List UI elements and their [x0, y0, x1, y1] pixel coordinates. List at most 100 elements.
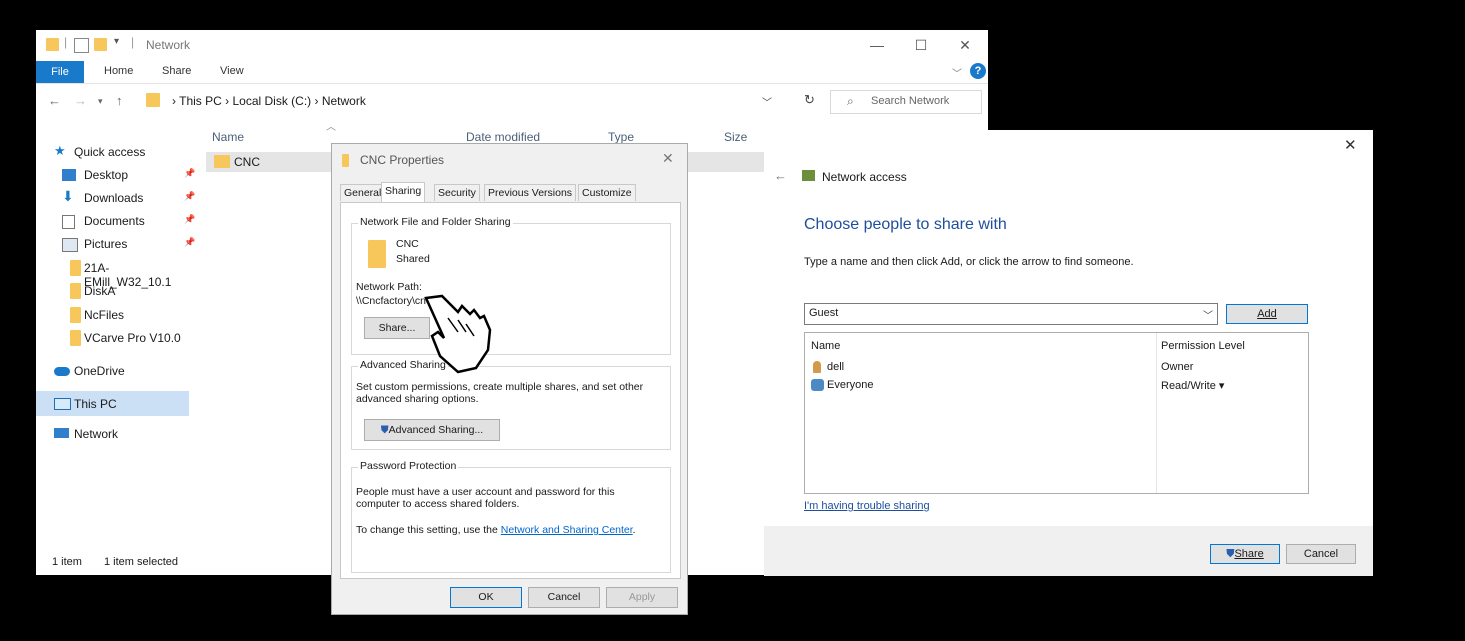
sidebar-item-network[interactable]: Network	[44, 423, 189, 445]
window-title: Network	[146, 38, 191, 52]
expand-ribbon-icon[interactable]: ﹀	[952, 65, 962, 80]
sidebar-label: Downloads	[84, 191, 144, 205]
cancel-button[interactable]: Cancel	[528, 587, 600, 608]
user-name: Everyone	[827, 379, 874, 391]
ok-button[interactable]: OK	[450, 587, 522, 608]
user-combobox[interactable]: Guest ﹀	[804, 303, 1218, 325]
sidebar-item-diska[interactable]: DiskA	[44, 280, 189, 302]
folder-icon	[70, 307, 81, 323]
network-icon	[54, 428, 69, 438]
trouble-sharing-link[interactable]: I'm having trouble sharing	[804, 500, 930, 512]
chevron-down-icon[interactable]: ﹀	[1203, 307, 1213, 322]
tab-general[interactable]: General	[340, 184, 386, 201]
sidebar-label: VCarve Pro V10.0	[84, 331, 181, 345]
column-header-size[interactable]: Size	[724, 130, 747, 144]
pin-icon[interactable]: 📌	[184, 191, 195, 202]
advanced-sharing-button[interactable]: ⛊Advanced Sharing...	[364, 419, 500, 441]
search-box[interactable]: ⌕ Search Network	[830, 90, 982, 114]
pin-icon[interactable]: 📌	[184, 214, 195, 225]
column-divider	[1156, 333, 1157, 493]
help-icon[interactable]: ?	[970, 63, 986, 79]
status-selected-count: 1 item selected	[104, 556, 178, 568]
forward-icon[interactable]: →	[74, 93, 87, 108]
new-folder-icon[interactable]	[94, 38, 107, 51]
user-input-value: Guest	[809, 307, 839, 319]
user-row-everyone[interactable]: Everyone Read/Write ▾	[805, 377, 1308, 395]
back-icon[interactable]: ←	[774, 168, 787, 183]
network-sharing-center-link[interactable]: Network and Sharing Center	[501, 524, 633, 536]
column-header-name[interactable]: Name	[212, 130, 244, 144]
file-name: CNC	[234, 155, 260, 169]
breadcrumb-network[interactable]: Network	[322, 94, 366, 108]
tab-share[interactable]: Share	[162, 65, 191, 77]
tab-customize[interactable]: Customize	[578, 184, 636, 201]
network-sharing-group: Network File and Folder Sharing CNC Shar…	[351, 216, 671, 355]
sidebar-item-documents[interactable]: Documents 📌	[44, 210, 195, 232]
close-button[interactable]: ✕	[1344, 136, 1357, 154]
sidebar-item-onedrive[interactable]: OneDrive	[44, 360, 189, 382]
text: To change this setting, use the	[356, 524, 501, 536]
tab-sharing[interactable]: Sharing	[381, 182, 426, 202]
sidebar-item-vcarve[interactable]: VCarve Pro V10.0	[44, 327, 189, 349]
tab-view[interactable]: View	[220, 65, 244, 77]
breadcrumb-this-pc[interactable]: This PC	[179, 94, 222, 108]
sidebar-item-21a-emill[interactable]: 21A-EMill_W32_10.1	[44, 257, 189, 289]
sidebar-label: OneDrive	[74, 364, 125, 378]
minimize-button[interactable]: —	[862, 34, 892, 56]
sidebar-item-this-pc[interactable]: This PC	[36, 391, 189, 416]
dialog-title: Network access	[822, 170, 907, 184]
sidebar-label: Desktop	[84, 168, 129, 182]
dialog-footer: ⛊Share Cancel	[764, 526, 1373, 576]
column-header-type[interactable]: Type	[608, 130, 634, 144]
cloud-icon	[54, 367, 70, 376]
user-name: dell	[827, 361, 845, 373]
separator: |	[131, 35, 135, 49]
up-icon[interactable]: ↑	[116, 93, 123, 108]
tab-previous-versions[interactable]: Previous Versions	[484, 184, 577, 201]
title-bar: | ▾ | Network — ☐ ✕	[36, 30, 988, 60]
sidebar-item-pictures[interactable]: Pictures 📌	[44, 233, 195, 255]
maximize-button[interactable]: ☐	[906, 34, 936, 56]
recent-locations-icon[interactable]: ▾	[98, 96, 103, 107]
apply-button[interactable]: Apply	[606, 587, 678, 608]
sidebar-item-downloads[interactable]: ⬇ Downloads 📌	[44, 187, 195, 209]
column-header-date-modified[interactable]: Date modified	[466, 130, 540, 144]
password-description: People must have a user account and pass…	[356, 486, 615, 510]
customize-qat-icon[interactable]: ▾	[114, 36, 119, 47]
column-header-permission[interactable]: Permission Level	[1161, 340, 1245, 352]
sidebar-item-ncfiles[interactable]: NcFiles	[44, 304, 189, 326]
sidebar-label: NcFiles	[84, 308, 125, 322]
tab-file[interactable]: File	[36, 61, 84, 83]
address-row: ← → ▾ ↑ › This PC › Local Disk (C:) › Ne…	[36, 87, 988, 117]
status-item-count: 1 item	[52, 556, 82, 568]
back-icon[interactable]: ←	[48, 93, 61, 108]
instruction-text: Type a name and then click Add, or click…	[804, 256, 1134, 268]
breadcrumb: › This PC › Local Disk (C:) › Network	[172, 94, 366, 108]
breadcrumb-local-disk[interactable]: Local Disk (C:)	[232, 94, 311, 108]
close-button[interactable]: ✕	[950, 34, 980, 56]
sidebar-label: Network	[74, 427, 119, 441]
refresh-icon[interactable]: ↻	[804, 92, 815, 108]
pin-icon[interactable]: 📌	[184, 237, 195, 248]
sidebar-label: Pictures	[84, 237, 128, 251]
password-change-text: To change this setting, use the Network …	[356, 524, 636, 536]
cancel-button[interactable]: Cancel	[1286, 544, 1356, 564]
add-button[interactable]: Add	[1226, 304, 1308, 324]
user-row-dell[interactable]: dell Owner	[805, 359, 1308, 377]
permission-dropdown[interactable]: Read/Write ▾	[1161, 379, 1224, 392]
tab-home[interactable]: Home	[104, 65, 133, 77]
column-header-name[interactable]: Name	[811, 340, 840, 352]
network-users-icon	[802, 170, 815, 181]
share-button[interactable]: ⛊Share	[1210, 544, 1280, 564]
properties-icon[interactable]	[74, 38, 89, 53]
sidebar-item-desktop[interactable]: Desktop 📌	[44, 164, 195, 186]
sidebar-label: Documents	[84, 214, 145, 228]
pin-icon[interactable]: 📌	[184, 168, 195, 179]
star-icon: ★	[54, 143, 66, 158]
tab-security[interactable]: Security	[434, 184, 480, 201]
address-dropdown-icon[interactable]: ﹀	[762, 94, 772, 109]
close-button[interactable]: ✕	[662, 150, 674, 167]
address-bar[interactable]: › This PC › Local Disk (C:) › Network ﹀	[142, 90, 794, 112]
desktop-icon	[62, 169, 76, 181]
sidebar-item-quick-access[interactable]: ★ Quick access	[44, 141, 189, 163]
